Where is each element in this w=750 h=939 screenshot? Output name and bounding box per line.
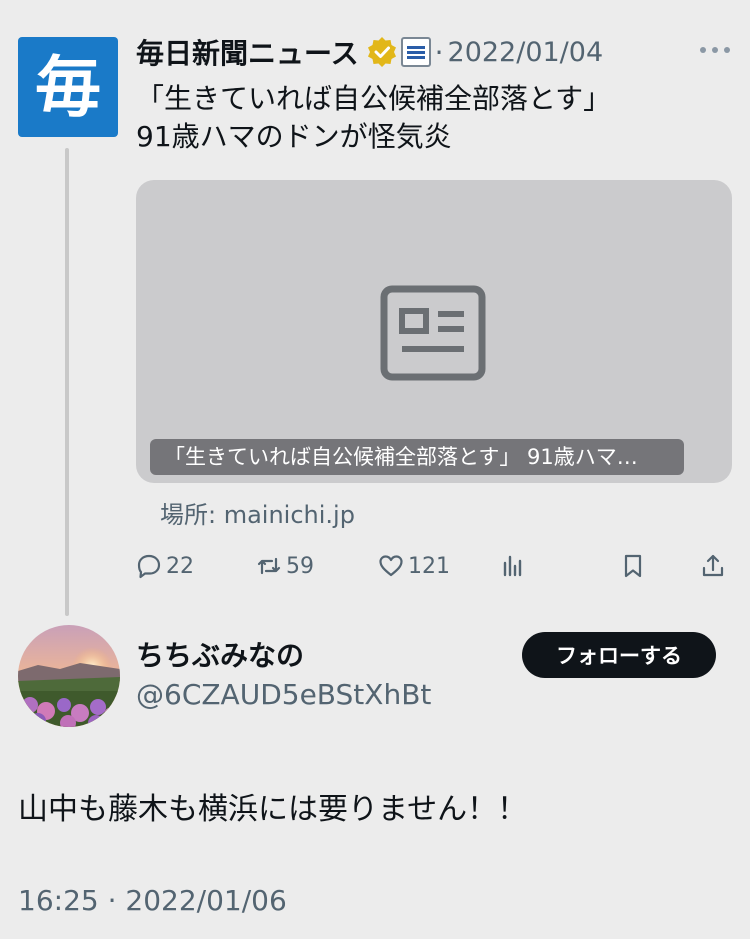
post-action-bar: 22 59 121 [136,548,732,584]
bookmark-button[interactable] [620,548,646,584]
repost-icon [257,557,281,575]
affiliate-newspaper-badge-icon [400,37,431,67]
reply-date: 2022/01/06 [125,884,287,917]
analytics-bar-icon [503,555,522,577]
post-date[interactable]: 2022/01/04 [448,37,604,68]
reply-display-name[interactable]: ちちぶみなの [136,634,304,674]
share-button[interactable] [700,548,726,584]
reply-icon [137,554,161,579]
reply-text: 山中も藤木も横浜には要りません！！ [18,792,528,827]
user-avatar-photo[interactable] [18,625,120,727]
share-icon [702,554,724,577]
avatar-logo-glyph: 毎 [35,48,101,126]
repost-count: 59 [286,553,314,579]
views-button[interactable] [500,548,526,584]
post-header: 毎日新聞ニュース · 2022/01/04 [136,30,736,74]
post-text: 「生きていれば自公候補全部落とす」 91歳ハマのドンが怪気炎 [136,82,612,153]
like-button[interactable]: 121 [378,548,450,584]
follow-button[interactable]: フォローする [522,632,716,678]
news-article-icon [380,285,486,381]
verified-gold-badge-icon [367,37,397,67]
reply-separator: · [107,884,117,917]
header-separator: · [434,35,444,69]
card-source-domain[interactable]: 場所: mainichi.jp [160,495,355,530]
thread-connector-line [65,148,69,616]
reply-count: 22 [166,553,194,579]
card-title: 「生きていれば自公候補全部落とす」 91歳ハマ… [150,439,684,475]
more-options-icon[interactable] [700,40,730,60]
repost-button[interactable]: 59 [256,548,314,584]
bookmark-icon [624,554,642,578]
author-name[interactable]: 毎日新聞ニュース [136,32,359,72]
reply-button[interactable]: 22 [136,548,194,584]
like-count: 121 [408,553,450,579]
link-preview-card[interactable]: 「生きていれば自公候補全部落とす」 91歳ハマ… [136,180,732,483]
mainichi-avatar[interactable]: 毎 [18,37,118,137]
reply-handle[interactable]: @6CZAUD5eBStXhBt [136,678,431,711]
heart-icon [379,555,403,577]
reply-time: 16:25 [18,884,99,917]
reply-timestamp[interactable]: 16:25 · 2022/01/06 [18,884,287,917]
